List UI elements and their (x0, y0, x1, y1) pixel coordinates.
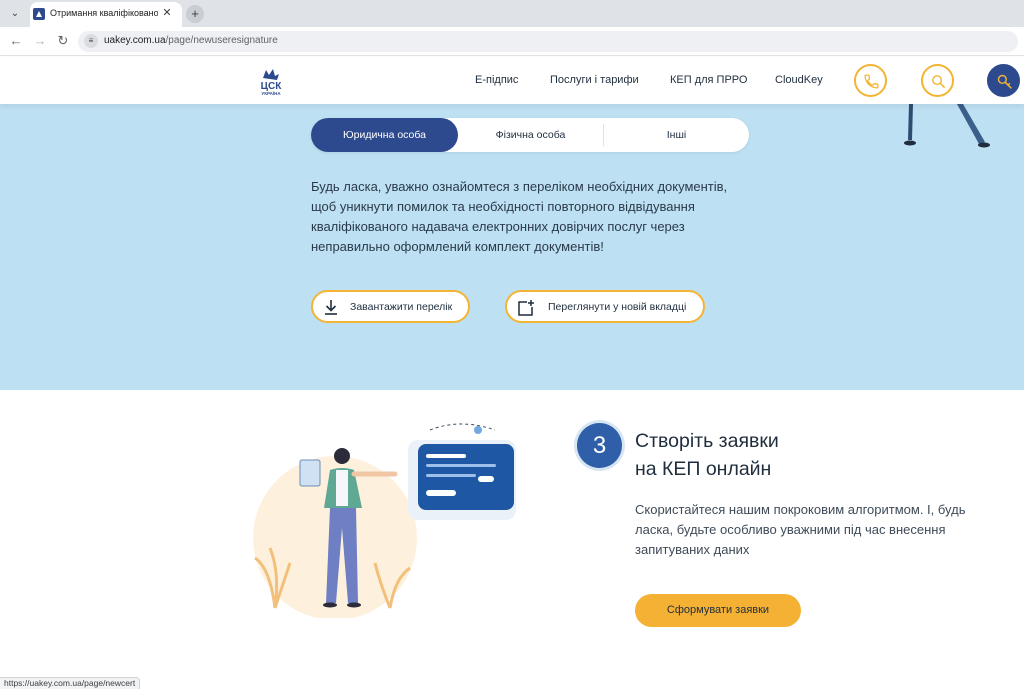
step-number-badge: 3 (577, 423, 622, 468)
tab-legal-entity[interactable]: Юридична особа (311, 118, 458, 152)
step-title: Створіть заявки на КЕП онлайн (635, 427, 935, 483)
documents-notice: Будь ласка, уважно ознайомтеся з перелік… (311, 179, 728, 254)
logo-subtext: УКРАЇНА (261, 90, 281, 96)
woman-filling-form-illustration (253, 423, 516, 618)
search-button[interactable] (921, 64, 954, 97)
browser-toolbar: ← → ↻ ≡ uakey.com.ua/page/newuseresignat… (0, 27, 1024, 56)
csk-logo[interactable]: ЦСК УКРАЇНА (255, 66, 287, 96)
tab-close-icon[interactable]: ✕ (160, 6, 174, 20)
nav-services-tariffs[interactable]: Послуги і тарифи (550, 74, 639, 86)
status-bar-url: https://uakey.com.ua/page/newcert (0, 677, 141, 689)
reload-icon[interactable]: ↻ (55, 33, 71, 49)
nav-e-signature[interactable]: Е-підпис (475, 74, 518, 86)
browser-tabstrip: ⌄ Отримання кваліфікованого е ✕ + (0, 0, 1024, 27)
browser-tab[interactable]: Отримання кваліфікованого е ✕ (30, 2, 182, 27)
person-legs-illustration (904, 104, 990, 148)
download-icon (325, 300, 337, 315)
tab-individual[interactable]: Фізична особа (458, 118, 603, 152)
nav-kep-prro[interactable]: КЕП для ПРРО (670, 74, 747, 86)
site-favicon-icon (33, 8, 45, 20)
create-applications-button[interactable]: Сформувати заявки (635, 594, 801, 627)
forward-arrow-icon[interactable]: → (32, 33, 48, 49)
download-list-label: Завантажити перелік (350, 301, 453, 313)
phone-button[interactable] (854, 64, 887, 97)
step-description: Скористайтеся нашим покроковим алгоритмо… (635, 502, 966, 557)
new-tab-button[interactable]: + (186, 5, 204, 23)
search-icon (932, 75, 945, 88)
account-key-button[interactable] (987, 64, 1020, 97)
documents-section: Юридична особа Фізична особа Інші Будь л… (0, 104, 1024, 390)
back-arrow-icon[interactable]: ← (8, 33, 24, 49)
tab-title: Отримання кваліфікованого е (50, 8, 158, 18)
phone-icon (864, 74, 879, 89)
address-bar[interactable]: ≡ uakey.com.ua/page/newuseresignature (78, 31, 1018, 52)
site-header: ЦСК УКРАЇНА Е-підпис Послуги і тарифи КЕ… (0, 57, 1024, 104)
download-list-button[interactable]: Завантажити перелік (311, 290, 470, 323)
nav-cloudkey[interactable]: CloudKey (775, 74, 823, 86)
tab-search-chevron-icon[interactable]: ⌄ (6, 5, 24, 23)
tab-other[interactable]: Інші (604, 118, 749, 152)
open-new-tab-button[interactable]: Переглянути у новій вкладці (505, 290, 705, 323)
person-type-tabs: Юридична особа Фізична особа Інші (311, 118, 749, 152)
key-icon (997, 74, 1012, 89)
open-new-tab-icon (518, 300, 534, 316)
open-new-tab-label: Переглянути у новій вкладці (548, 301, 687, 313)
step-title-line2: на КЕП онлайн (635, 458, 772, 480)
step-title-line1: Створіть заявки (635, 430, 779, 452)
address-url[interactable]: uakey.com.ua/page/newuseresignature (104, 35, 278, 46)
logo-emblem-icon: ЦСК УКРАЇНА (261, 69, 282, 96)
site-info-icon[interactable]: ≡ (84, 34, 98, 48)
